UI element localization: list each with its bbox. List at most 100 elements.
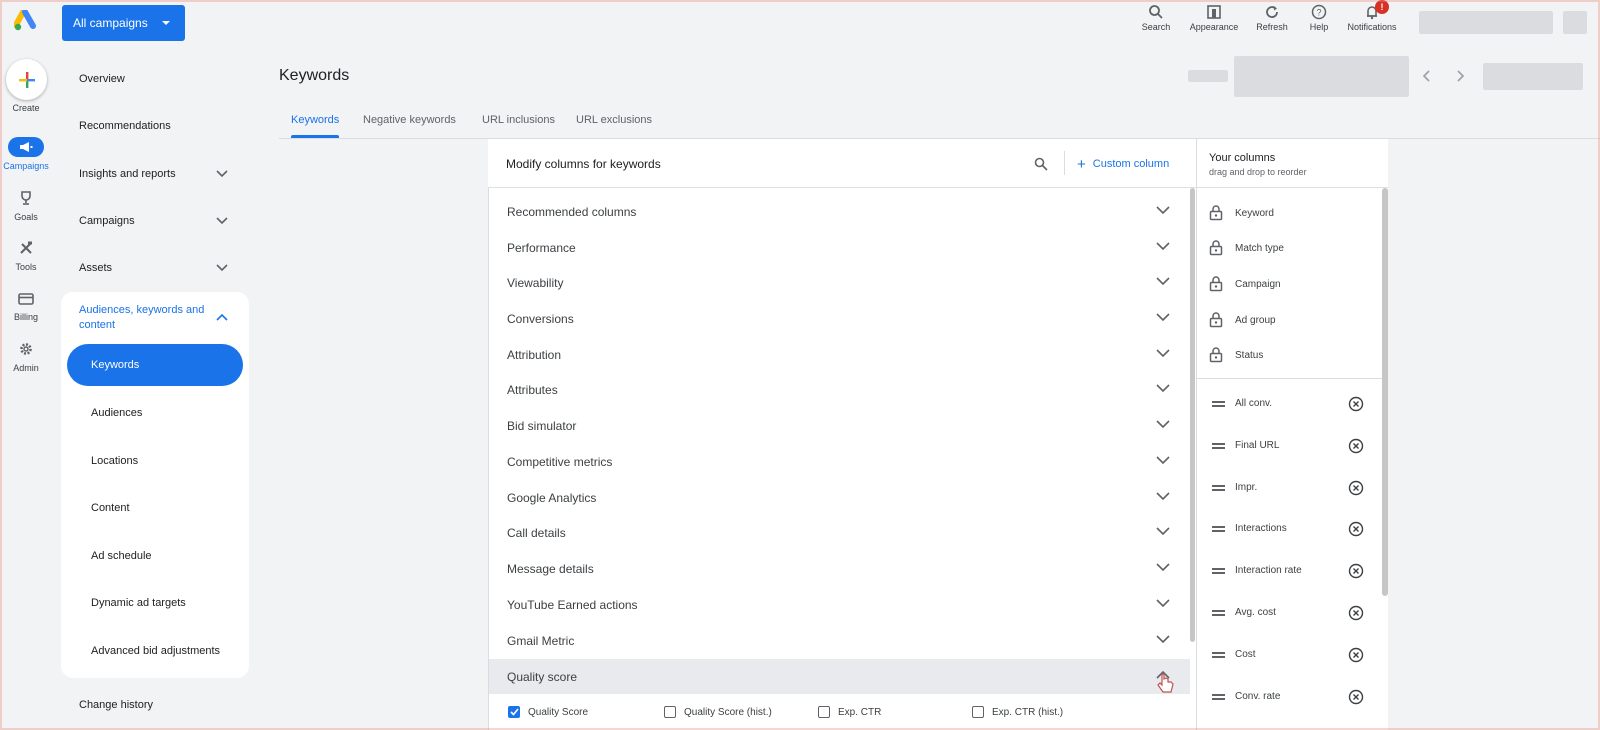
draggable-column-interaction-rate[interactable]: Interaction rate: [1212, 563, 1372, 579]
remove-column-button[interactable]: [1348, 647, 1364, 663]
drag-handle-icon[interactable]: [1212, 483, 1225, 493]
category-google-analytics[interactable]: Google Analytics: [489, 480, 1190, 515]
draggable-column-cost[interactable]: Cost: [1212, 647, 1372, 663]
column-label: Ad group: [1235, 314, 1276, 326]
drag-handle-icon[interactable]: [1212, 608, 1225, 618]
locked-column-match-type: Match type: [1209, 240, 1284, 256]
category-gmail-metric[interactable]: Gmail Metric: [489, 623, 1190, 658]
remove-column-button[interactable]: [1348, 605, 1364, 621]
nav-sub-audiences[interactable]: Audiences: [91, 407, 142, 419]
account-info-placeholder[interactable]: [1419, 11, 1553, 34]
option-quality-score-hist[interactable]: Quality Score (hist.): [664, 706, 772, 718]
checkbox-checked[interactable]: [508, 706, 520, 718]
nav-overview[interactable]: Overview: [79, 73, 125, 85]
chevron-down-icon[interactable]: [216, 264, 228, 272]
drag-handle-icon[interactable]: [1212, 650, 1225, 660]
remove-column-button[interactable]: [1348, 480, 1364, 496]
drag-handle-icon[interactable]: [1212, 399, 1225, 409]
avatar[interactable]: [1563, 11, 1587, 34]
gear-icon[interactable]: [12, 339, 40, 359]
category-message-details[interactable]: Message details: [489, 551, 1190, 586]
category-bid-simulator[interactable]: Bid simulator: [489, 408, 1190, 443]
remove-column-button[interactable]: [1348, 396, 1364, 412]
category-performance[interactable]: Performance: [489, 230, 1190, 265]
tab-url-exclusions[interactable]: URL exclusions: [576, 114, 652, 126]
checkbox[interactable]: [664, 706, 676, 718]
nav-sub-ad-schedule[interactable]: Ad schedule: [91, 550, 152, 562]
category-quality-score[interactable]: Quality score: [489, 659, 1190, 694]
chevron-up-icon[interactable]: [216, 313, 228, 321]
chevron-down-icon[interactable]: [216, 170, 228, 178]
option-exp-ctr[interactable]: Exp. CTR: [818, 706, 881, 718]
mouse-cursor-icon: [1157, 672, 1175, 694]
help-tool-button[interactable]: ? Help: [1289, 4, 1349, 40]
category-call-details[interactable]: Call details: [489, 515, 1190, 550]
drag-handle-icon[interactable]: [1212, 441, 1225, 451]
draggable-column-final-url[interactable]: Final URL: [1212, 438, 1372, 454]
nav-recommendations[interactable]: Recommendations: [79, 120, 171, 132]
tab-url-inclusions[interactable]: URL inclusions: [482, 114, 555, 126]
nav-campaigns[interactable]: Campaigns: [79, 215, 135, 227]
category-youtube-earned-actions[interactable]: YouTube Earned actions: [489, 587, 1190, 622]
draggable-column-conv-rate[interactable]: Conv. rate: [1212, 689, 1372, 705]
option-exp-ctr-hist[interactable]: Exp. CTR (hist.): [972, 706, 1063, 718]
nav-sub-keywords[interactable]: Keywords: [91, 359, 139, 371]
category-conversions[interactable]: Conversions: [489, 301, 1190, 336]
column-label: Cost: [1235, 649, 1256, 660]
category-label: Gmail Metric: [507, 633, 575, 648]
appearance-tool-button[interactable]: Appearance: [1184, 4, 1244, 40]
google-ads-logo-icon[interactable]: [14, 10, 38, 32]
draggable-column-all-conv[interactable]: All conv.: [1212, 396, 1372, 412]
create-button[interactable]: [6, 59, 47, 100]
nav-change-history[interactable]: Change history: [79, 699, 153, 711]
nav-sub-content[interactable]: Content: [91, 502, 130, 514]
category-viewability[interactable]: Viewability: [489, 265, 1190, 300]
panel-scrollbar[interactable]: [1190, 188, 1195, 642]
panel-title: Modify columns for keywords: [506, 157, 661, 171]
category-attributes[interactable]: Attributes: [489, 372, 1190, 407]
category-label: YouTube Earned actions: [507, 597, 638, 612]
notifications-tool-button[interactable]: Notifications !: [1341, 0, 1403, 40]
chevron-right-icon[interactable]: [1457, 70, 1465, 82]
close-circle-icon: [1348, 689, 1364, 705]
chevron-left-icon[interactable]: [1422, 70, 1430, 82]
tab-negative-keywords[interactable]: Negative keywords: [363, 114, 456, 126]
category-label: Competitive metrics: [507, 454, 613, 469]
drag-handle-icon[interactable]: [1212, 566, 1225, 576]
nav-group-title[interactable]: Audiences, keywords and content: [79, 303, 209, 333]
category-competitive-metrics[interactable]: Competitive metrics: [489, 444, 1190, 479]
nav-insights-and-reports[interactable]: Insights and reports: [79, 168, 176, 180]
search-icon[interactable]: [1034, 157, 1048, 171]
trophy-icon[interactable]: [12, 188, 40, 208]
chevron-down-icon[interactable]: [216, 217, 228, 225]
campaign-selector-button[interactable]: All campaigns: [62, 5, 185, 41]
tab-keywords[interactable]: Keywords: [291, 114, 339, 126]
category-attribution[interactable]: Attribution: [489, 337, 1190, 372]
your-columns-scrollbar[interactable]: [1382, 188, 1388, 596]
credit-card-icon[interactable]: [12, 289, 40, 309]
nav-sub-dynamic-ad-targets[interactable]: Dynamic ad targets: [91, 597, 186, 609]
tools-icon[interactable]: [12, 238, 40, 258]
custom-column-button[interactable]: + Custom column: [1077, 157, 1169, 172]
remove-column-button[interactable]: [1348, 521, 1364, 537]
rail-admin-label: Admin: [13, 363, 39, 373]
drag-handle-icon[interactable]: [1212, 692, 1225, 702]
option-quality-score[interactable]: Quality Score: [508, 706, 588, 718]
draggable-column-avg-cost[interactable]: Avg. cost: [1212, 605, 1372, 621]
action-placeholder[interactable]: [1483, 63, 1583, 90]
remove-column-button[interactable]: [1348, 438, 1364, 454]
draggable-column-interactions[interactable]: Interactions: [1212, 521, 1372, 537]
nav-assets[interactable]: Assets: [79, 262, 112, 274]
drag-handle-icon[interactable]: [1212, 524, 1225, 534]
checkbox[interactable]: [818, 706, 830, 718]
remove-column-button[interactable]: [1348, 563, 1364, 579]
rail-campaigns-button[interactable]: [8, 137, 44, 157]
draggable-column-impr[interactable]: Impr.: [1212, 480, 1372, 496]
nav-sub-locations[interactable]: Locations: [91, 455, 138, 467]
checkbox[interactable]: [972, 706, 984, 718]
date-range-placeholder[interactable]: [1234, 56, 1409, 97]
remove-column-button[interactable]: [1348, 689, 1364, 705]
nav-sub-advanced-bid-adjustments[interactable]: Advanced bid adjustments: [91, 645, 220, 657]
search-tool-button[interactable]: Search: [1126, 4, 1186, 40]
category-recommended-columns[interactable]: Recommended columns: [489, 194, 1190, 229]
